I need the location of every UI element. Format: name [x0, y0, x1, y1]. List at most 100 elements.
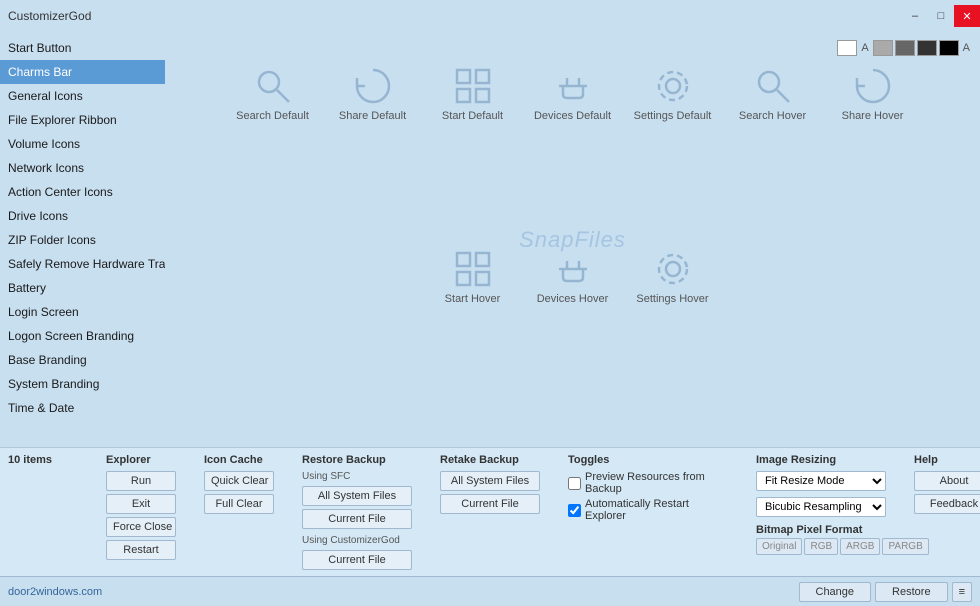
restore-current-file-btn[interactable]: Current File [302, 509, 412, 529]
icon-item-0[interactable]: Search Default [228, 62, 318, 122]
sidebar-item-safely-remove-hardware-tray-icon[interactable]: Safely Remove Hardware Tray Icon [0, 252, 165, 276]
sidebar-item-battery[interactable]: Battery [0, 276, 165, 300]
minimize-button[interactable]: – [902, 5, 928, 27]
sidebar-item-network-icons[interactable]: Network Icons [0, 156, 165, 180]
icon-item-9[interactable]: Settings Hover [628, 245, 718, 305]
icon-label-9: Settings Hover [636, 293, 708, 305]
restore-cg-current-file-btn[interactable]: Current File [302, 550, 412, 570]
settings-icon-4 [649, 62, 697, 110]
change-button[interactable]: Change [799, 582, 872, 602]
icon-item-1[interactable]: Share Default [328, 62, 418, 122]
auto-restart-label: Automatically Restart Explorer [585, 498, 728, 522]
icon-label-5: Search Hover [739, 110, 806, 122]
preview-label: Preview Resources from Backup [585, 471, 728, 495]
icon-item-2[interactable]: Start Default [428, 62, 518, 122]
full-clear-button[interactable]: Full Clear [204, 494, 274, 514]
restore-button[interactable]: Restore [875, 582, 948, 602]
auto-restart-toggle-row[interactable]: Automatically Restart Explorer [568, 498, 728, 522]
devices-icon-3 [549, 62, 597, 110]
icon-item-5[interactable]: Search Hover [728, 62, 818, 122]
run-button[interactable]: Run [106, 471, 176, 491]
toggles-section: Toggles Preview Resources from Backup Au… [568, 454, 728, 522]
icon-label-8: Devices Hover [537, 293, 609, 305]
argb-btn[interactable]: ARGB [840, 538, 880, 555]
sidebar-item-login-screen[interactable]: Login Screen [0, 300, 165, 324]
sidebar-item-file-explorer-ribbon[interactable]: File Explorer Ribbon [0, 108, 165, 132]
share-icon-1 [349, 62, 397, 110]
theme-box-white[interactable] [837, 40, 857, 56]
bicubic-select[interactable]: Bicubic Resampling [756, 497, 886, 517]
sidebar-item-system-branding[interactable]: System Branding [0, 372, 165, 396]
icon-item-3[interactable]: Devices Default [528, 62, 618, 122]
title-bar: CustomizerGod – □ ✕ [0, 0, 980, 32]
sidebar-item-action-center-icons[interactable]: Action Center Icons [0, 180, 165, 204]
content-area: Start ButtonCharms BarGeneral IconsFile … [0, 32, 980, 447]
restore-backup-section: Restore Backup Using SFC All System File… [302, 454, 412, 570]
explorer-section: Explorer Run Exit Force Close Restart [106, 454, 176, 560]
start-icon-2 [449, 62, 497, 110]
settings-icon-9 [649, 245, 697, 293]
menu-button[interactable]: ≡ [952, 582, 972, 602]
pargb-btn[interactable]: PARGB [882, 538, 928, 555]
exit-button[interactable]: Exit [106, 494, 176, 514]
original-btn[interactable]: Original [756, 538, 802, 555]
auto-restart-checkbox[interactable] [568, 504, 581, 517]
explorer-title: Explorer [106, 454, 176, 466]
force-close-button[interactable]: Force Close [106, 517, 176, 537]
search-icon-5 [749, 62, 797, 110]
restart-button[interactable]: Restart [106, 540, 176, 560]
icon-label-6: Share Hover [842, 110, 904, 122]
icon-label-0: Search Default [236, 110, 309, 122]
sidebar-item-general-icons[interactable]: General Icons [0, 84, 165, 108]
theme-box-gray[interactable] [873, 40, 893, 56]
icon-item-6[interactable]: Share Hover [828, 62, 918, 122]
icons-grid: SnapFiles Search DefaultShare DefaultSta… [175, 42, 970, 437]
restore-backup-title: Restore Backup [302, 454, 412, 466]
devices-icon-8 [549, 245, 597, 293]
icon-label-3: Devices Default [534, 110, 611, 122]
feedback-button[interactable]: Feedback [914, 494, 980, 514]
icon-item-7[interactable]: Start Hover [428, 245, 518, 305]
help-title: Help [914, 454, 980, 466]
preview-toggle-row[interactable]: Preview Resources from Backup [568, 471, 728, 495]
icon-cache-section: Icon Cache Quick Clear Full Clear [204, 454, 274, 514]
image-resizing-section: Image Resizing Fit Resize Mode Bicubic R… [756, 454, 886, 555]
icon-item-8[interactable]: Devices Hover [528, 245, 618, 305]
icon-label-4: Settings Default [634, 110, 712, 122]
sidebar-item-volume-icons[interactable]: Volume Icons [0, 132, 165, 156]
website-link[interactable]: door2windows.com [8, 586, 102, 598]
restore-all-system-btn[interactable]: All System Files [302, 486, 412, 506]
window-controls: – □ ✕ [902, 0, 980, 32]
maximize-button[interactable]: □ [928, 5, 954, 27]
sidebar-item-charms-bar[interactable]: Charms Bar [0, 60, 165, 84]
sidebar-item-drive-icons[interactable]: Drive Icons [0, 204, 165, 228]
preview-checkbox[interactable] [568, 477, 581, 490]
about-button[interactable]: About [914, 471, 980, 491]
status-bar: door2windows.com Change Restore ≡ [0, 576, 980, 606]
theme-box-darkgray[interactable] [895, 40, 915, 56]
app-title: CustomizerGod [8, 9, 91, 23]
bitmap-section: Bitmap Pixel Format Original RGB ARGB PA… [756, 524, 886, 555]
main-panel: A A SnapFiles Search DefaultShare Defaul… [165, 32, 980, 447]
theme-box-darker[interactable] [917, 40, 937, 56]
icon-item-4[interactable]: Settings Default [628, 62, 718, 122]
sidebar-item-time-&-date[interactable]: Time & Date [0, 396, 165, 420]
bitmap-title: Bitmap Pixel Format [756, 524, 886, 536]
sidebar-item-start-button[interactable]: Start Button [0, 36, 165, 60]
using-customizergod-label: Using CustomizerGod [302, 535, 412, 546]
icon-label-7: Start Hover [445, 293, 501, 305]
fit-resize-select[interactable]: Fit Resize Mode [756, 471, 886, 491]
quick-clear-button[interactable]: Quick Clear [204, 471, 274, 491]
retake-all-system-btn[interactable]: All System Files [440, 471, 540, 491]
items-count: 10 items [8, 454, 78, 466]
retake-current-file-btn[interactable]: Current File [440, 494, 540, 514]
theme-letter-a2: A [963, 42, 970, 54]
retake-backup-title: Retake Backup [440, 454, 540, 466]
sidebar-item-base-branding[interactable]: Base Branding [0, 348, 165, 372]
sidebar-item-logon-screen-branding[interactable]: Logon Screen Branding [0, 324, 165, 348]
theme-box-black[interactable] [939, 40, 959, 56]
rgb-btn[interactable]: RGB [804, 538, 838, 555]
close-button[interactable]: ✕ [954, 5, 980, 27]
sidebar-item-zip-folder-icons[interactable]: ZIP Folder Icons [0, 228, 165, 252]
help-section: Help About Feedback [914, 454, 980, 514]
